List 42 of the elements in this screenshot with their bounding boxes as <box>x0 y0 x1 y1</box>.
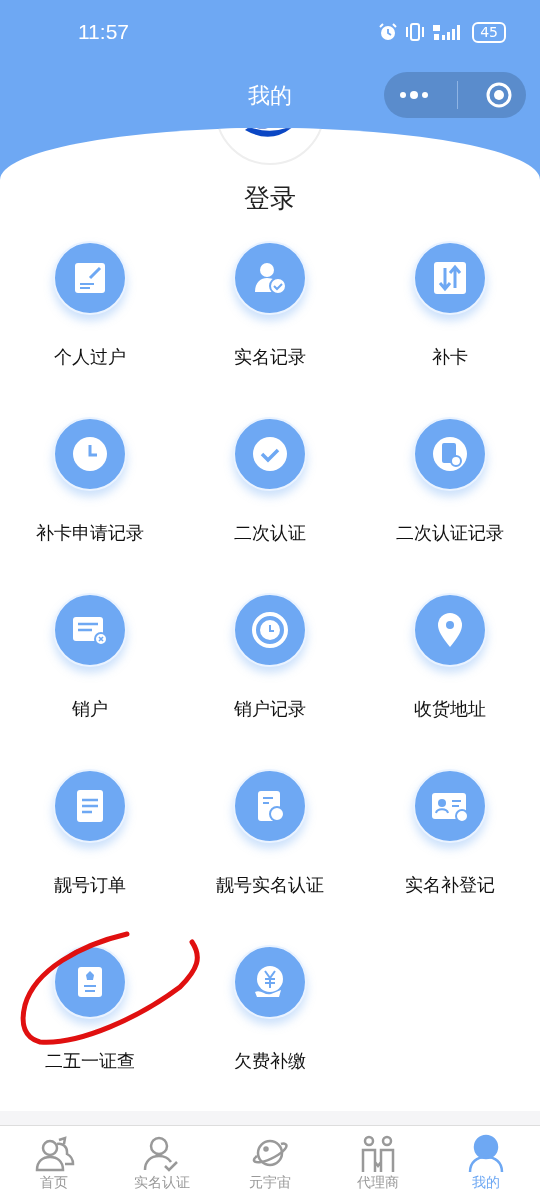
page-title: 我的 <box>248 82 292 110</box>
battery-indicator: 45 <box>472 21 506 43</box>
close-icon[interactable] <box>484 81 513 109</box>
nav-tab[interactable]: 代理商 <box>324 1126 432 1200</box>
nav-tab[interactable]: 实名认证 <box>108 1126 216 1200</box>
menu-label: 实名补登记 <box>405 873 495 897</box>
menu-icon[interactable] <box>53 417 127 491</box>
menu-label: 靓号实名认证 <box>216 873 324 897</box>
menu-icon[interactable] <box>413 593 487 667</box>
menu-icon[interactable] <box>233 769 307 843</box>
menu-icon[interactable] <box>233 417 307 491</box>
menu-label: 靓号订单 <box>54 873 126 897</box>
menu-icon[interactable] <box>233 593 307 667</box>
menu-icon[interactable] <box>413 417 487 491</box>
menu-icon[interactable] <box>53 241 127 315</box>
login-link[interactable]: 登录 <box>244 183 296 213</box>
menu-label: 二次认证 <box>234 521 306 545</box>
menu-label: 补卡 <box>432 345 468 369</box>
person-icon <box>33 1134 75 1174</box>
menu-label: 补卡申请记录 <box>36 521 144 545</box>
menu-icon[interactable] <box>53 593 127 667</box>
vibrate-icon <box>404 22 427 42</box>
menu-icon[interactable] <box>233 241 307 315</box>
menu-label: 销户记录 <box>234 697 306 721</box>
alarm-icon <box>378 22 399 42</box>
menu-label: 收货地址 <box>414 697 486 721</box>
menu-icon[interactable] <box>233 945 307 1019</box>
nav-tab[interactable]: 我的 <box>432 1126 540 1200</box>
nav-tab[interactable]: 元宇宙 <box>216 1126 324 1200</box>
menu-label: 销户 <box>72 697 108 721</box>
status-time: 11:57 <box>78 20 129 44</box>
menu-icon[interactable] <box>53 945 127 1019</box>
menu-label: 欠费补缴 <box>234 1049 306 1073</box>
menu-icon[interactable] <box>53 769 127 843</box>
menu-label: 个人过户 <box>54 345 126 369</box>
menu-label: 二次认证记录 <box>396 521 504 545</box>
menu-label: 二五一证查 <box>45 1049 135 1073</box>
more-icon[interactable] <box>397 90 430 100</box>
menu-label: 实名记录 <box>234 345 306 369</box>
menu-icon[interactable] <box>413 241 487 315</box>
menu-icon[interactable] <box>413 769 487 843</box>
nav-tab[interactable]: 首页 <box>0 1126 108 1200</box>
